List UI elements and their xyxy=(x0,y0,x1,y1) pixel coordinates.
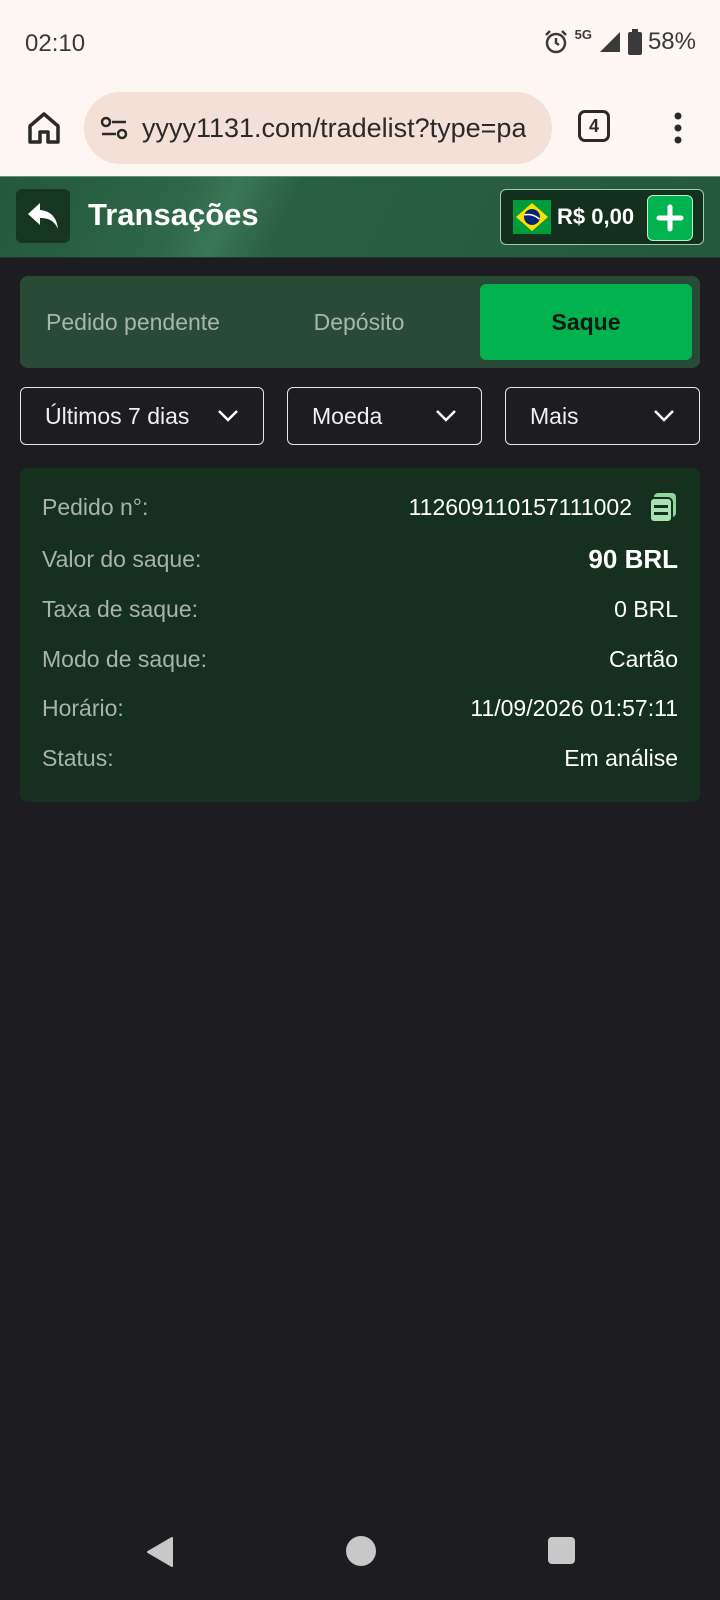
tab-withdrawal[interactable]: Saque xyxy=(480,284,692,360)
transaction-card: Pedido n°: 112609110157111002 Valor do s… xyxy=(20,468,700,802)
withdrawal-amount-value: 90 BRL xyxy=(588,543,678,574)
browser-toolbar: yyyy1131.com/tradelist?type=pa 4 xyxy=(0,88,720,176)
withdrawal-fee-label: Taxa de saque: xyxy=(42,595,199,622)
time-value: 11/09/2026 01:57:11 xyxy=(470,694,678,721)
time-row: Horário: 11/09/2026 01:57:11 xyxy=(42,693,678,723)
network-type: 5G xyxy=(574,26,592,42)
withdrawal-amount-row: Valor do saque: 90 BRL xyxy=(42,544,678,574)
tab-switcher-button[interactable]: 4 xyxy=(578,110,610,142)
tab-label: Pedido pendente xyxy=(46,308,220,335)
reply-arrow-icon xyxy=(28,203,58,229)
status-row: Status: Em análise xyxy=(42,743,678,773)
page-title: Transações xyxy=(88,197,259,232)
alarm-icon xyxy=(544,30,567,54)
status-time: 02:10 xyxy=(25,30,86,57)
withdrawal-method-value: Cartão xyxy=(608,645,678,672)
period-filter-dropdown[interactable]: Últimos 7 dias xyxy=(20,387,264,445)
battery-level: 58% xyxy=(647,28,696,55)
deposit-add-button[interactable] xyxy=(647,195,693,241)
order-number-label: Pedido n°: xyxy=(42,493,149,520)
tab-label: Saque xyxy=(551,308,621,335)
transaction-type-tabs: Pedido pendente Depósito Saque xyxy=(20,276,700,368)
copy-icon[interactable] xyxy=(648,491,678,523)
signal-icon xyxy=(599,32,620,52)
chevron-down-icon xyxy=(654,410,674,422)
tab-label: Depósito xyxy=(313,308,405,335)
withdrawal-method-row: Modo de saque: Cartão xyxy=(42,644,678,674)
status-value: Em análise xyxy=(564,744,678,771)
nav-recents-icon[interactable] xyxy=(548,1537,575,1564)
more-vert-icon[interactable] xyxy=(664,108,692,148)
url-text: yyyy1131.com/tradelist?type=pa xyxy=(142,112,527,143)
withdrawal-method-label: Modo de saque: xyxy=(42,645,207,672)
period-filter-label: Últimos 7 dias xyxy=(45,402,190,429)
status-bar: 02:10 5G 58% xyxy=(0,0,720,88)
currency-filter-dropdown[interactable]: Moeda xyxy=(287,387,482,445)
currency-filter-label: Moeda xyxy=(312,402,383,429)
tab-count: 4 xyxy=(588,115,599,136)
app-header: Transações R$ 0,00 xyxy=(0,176,720,258)
plus-icon xyxy=(656,204,684,232)
chevron-down-icon xyxy=(436,410,456,422)
battery-icon xyxy=(627,29,642,55)
home-icon[interactable] xyxy=(24,108,64,148)
status-icons: 5G 58% xyxy=(543,26,696,56)
back-button[interactable] xyxy=(16,189,70,243)
order-number-value: 112609110157111002 xyxy=(408,493,632,520)
address-bar[interactable]: yyyy1131.com/tradelist?type=pa xyxy=(84,92,552,164)
nav-home-icon[interactable] xyxy=(346,1536,376,1566)
nav-back-icon[interactable] xyxy=(146,1536,174,1568)
order-number-row: Pedido n°: 112609110157111002 xyxy=(42,491,678,523)
withdrawal-amount-label: Valor do saque: xyxy=(42,545,202,572)
tab-pending-orders[interactable]: Pedido pendente xyxy=(20,284,246,360)
time-label: Horário: xyxy=(42,694,124,721)
more-filter-dropdown[interactable]: Mais xyxy=(505,387,700,445)
withdrawal-fee-row: Taxa de saque: 0 BRL xyxy=(42,594,678,624)
balance-widget: R$ 0,00 xyxy=(500,189,704,245)
brazil-flag-icon xyxy=(513,200,551,234)
system-navigation-bar xyxy=(0,1500,720,1600)
more-filter-label: Mais xyxy=(530,402,579,429)
balance-amount: R$ 0,00 xyxy=(557,204,635,229)
chevron-down-icon xyxy=(218,410,238,422)
tab-deposit[interactable]: Depósito xyxy=(246,284,472,360)
withdrawal-fee-value: 0 BRL xyxy=(614,595,678,622)
status-label: Status: xyxy=(42,744,114,771)
site-settings-icon[interactable] xyxy=(98,112,130,144)
